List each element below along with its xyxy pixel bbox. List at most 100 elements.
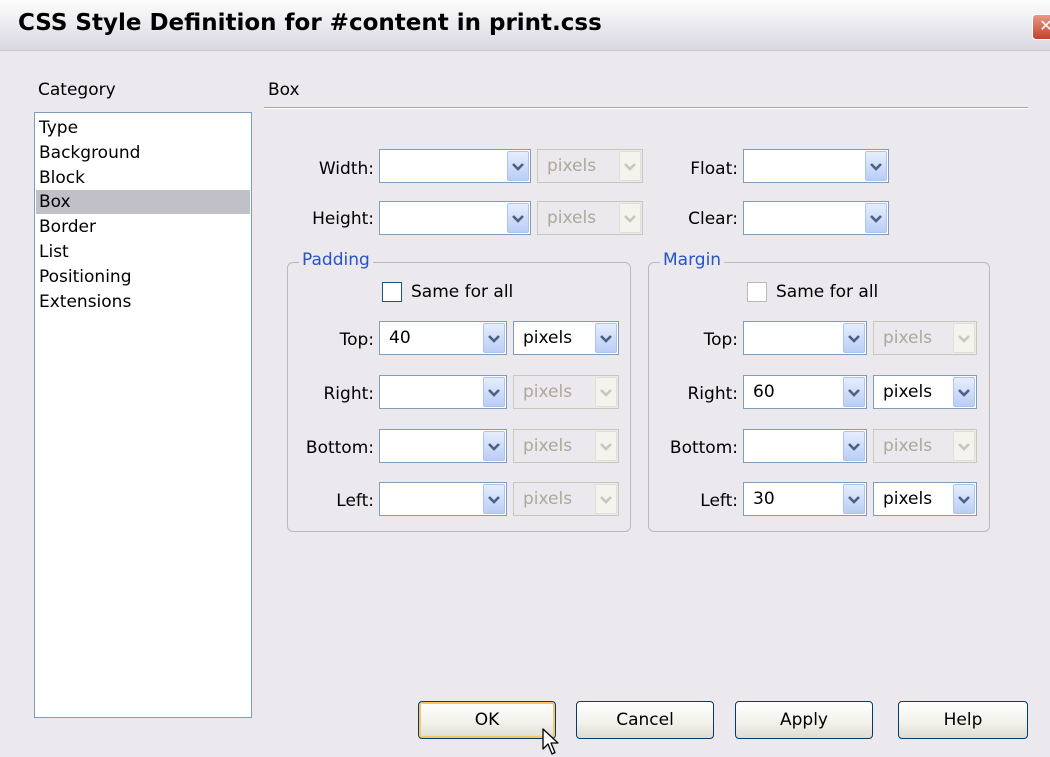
category-item-type[interactable]: Type [39,116,78,140]
chevron-down-icon [848,443,860,451]
width-label: Width: [318,159,374,179]
margin-same-checkbox[interactable] [747,282,767,302]
category-item-block[interactable]: Block [39,166,85,190]
chevron-down-icon [624,163,636,171]
padding-bottom-unit-select: pixels [513,429,619,463]
chevron-down-icon [624,215,636,223]
float-dropdown-button[interactable] [865,151,887,181]
padding-left-input[interactable] [379,482,507,516]
margin-left-label: Left: [700,491,738,511]
chevron-down-icon [848,335,860,343]
float-label: Float: [690,159,738,179]
margin-bottom-label: Bottom: [669,438,738,458]
padding-right-unit-select: pixels [513,375,619,409]
clear-select[interactable] [743,201,889,235]
chevron-down-icon [848,389,860,397]
margin-top-label: Top: [703,330,738,350]
section-divider [264,107,1028,109]
margin-right-dropdown[interactable] [843,377,865,407]
padding-right-unit-dropdown [595,377,617,407]
padding-left-unit-select: pixels [513,482,619,516]
title-bar[interactable]: CSS Style Definition for #content in pri… [0,0,1050,51]
padding-bottom-input[interactable] [379,429,507,463]
margin-right-unit-select[interactable]: pixels [873,375,977,409]
category-item-positioning[interactable]: Positioning [39,265,131,289]
chevron-down-icon [958,496,970,504]
chevron-down-icon [600,335,612,343]
padding-top-unit-value: pixels [523,328,573,348]
margin-right-value: 60 [753,382,775,402]
width-dropdown-button[interactable] [507,151,529,181]
padding-bottom-label: Bottom: [305,438,374,458]
margin-right-unit-value: pixels [883,382,933,402]
margin-right-input[interactable]: 60 [743,375,867,409]
padding-left-dropdown[interactable] [483,484,505,514]
padding-bottom-dropdown[interactable] [483,431,505,461]
close-button[interactable]: ✕ [1032,14,1050,40]
padding-top-unit-select[interactable]: pixels [513,321,619,355]
chevron-down-icon [870,163,882,171]
margin-group-title: Margin [660,250,725,270]
padding-same-checkbox[interactable] [382,282,402,302]
padding-top-dropdown[interactable] [483,323,505,353]
height-unit-select: pixels [537,201,643,235]
margin-left-unit-select[interactable]: pixels [873,482,977,516]
help-button[interactable]: Help [898,701,1028,739]
padding-top-input[interactable]: 40 [379,321,507,355]
padding-top-unit-dropdown[interactable] [595,323,617,353]
margin-top-input[interactable] [743,321,867,355]
padding-right-dropdown[interactable] [483,377,505,407]
chevron-down-icon [488,335,500,343]
width-unit-value: pixels [547,156,597,176]
float-select[interactable] [743,149,889,183]
category-list[interactable]: Type Background Block Box Border List Po… [34,112,252,718]
padding-top-value: 40 [389,328,411,348]
padding-left-unit-value: pixels [523,489,573,509]
margin-left-value: 30 [753,489,775,509]
category-item-border[interactable]: Border [39,215,96,239]
category-item-background[interactable]: Background [39,141,140,165]
height-unit-dropdown [619,203,641,233]
category-item-list[interactable]: List [39,240,69,264]
section-title: Box [268,80,300,100]
height-unit-value: pixels [547,208,597,228]
category-item-extensions[interactable]: Extensions [39,290,131,314]
chevron-down-icon [600,389,612,397]
margin-same-label: Same for all [776,282,879,302]
margin-top-dropdown[interactable] [843,323,865,353]
chevron-down-icon [870,215,882,223]
height-input[interactable] [379,201,531,235]
padding-right-unit-value: pixels [523,382,573,402]
margin-bottom-unit-dropdown [953,431,975,461]
margin-bottom-input[interactable] [743,429,867,463]
width-unit-select: pixels [537,149,643,183]
padding-same-label: Same for all [411,282,514,302]
margin-left-dropdown[interactable] [843,484,865,514]
padding-left-unit-dropdown [595,484,617,514]
margin-right-label: Right: [687,384,739,404]
clear-dropdown-button[interactable] [865,203,887,233]
chevron-down-icon [488,389,500,397]
width-input[interactable] [379,149,531,183]
padding-right-input[interactable] [379,375,507,409]
margin-top-unit-select: pixels [873,321,977,355]
margin-left-input[interactable]: 30 [743,482,867,516]
margin-right-unit-dropdown[interactable] [953,377,975,407]
padding-group-title: Padding [299,250,373,270]
chevron-down-icon [512,163,524,171]
padding-left-label: Left: [336,491,374,511]
chevron-down-icon [848,496,860,504]
mouse-cursor-icon [542,728,559,755]
cancel-button[interactable]: Cancel [576,701,714,739]
window-title: CSS Style Definition for #content in pri… [18,10,602,36]
ok-button[interactable]: OK [418,701,556,739]
margin-bottom-dropdown[interactable] [843,431,865,461]
apply-button[interactable]: Apply [735,701,873,739]
chevron-down-icon [958,389,970,397]
margin-bottom-unit-select: pixels [873,429,977,463]
chevron-down-icon [488,443,500,451]
chevron-down-icon [512,215,524,223]
category-item-box[interactable]: Box [36,190,250,214]
height-dropdown-button[interactable] [507,203,529,233]
margin-left-unit-dropdown[interactable] [953,484,975,514]
